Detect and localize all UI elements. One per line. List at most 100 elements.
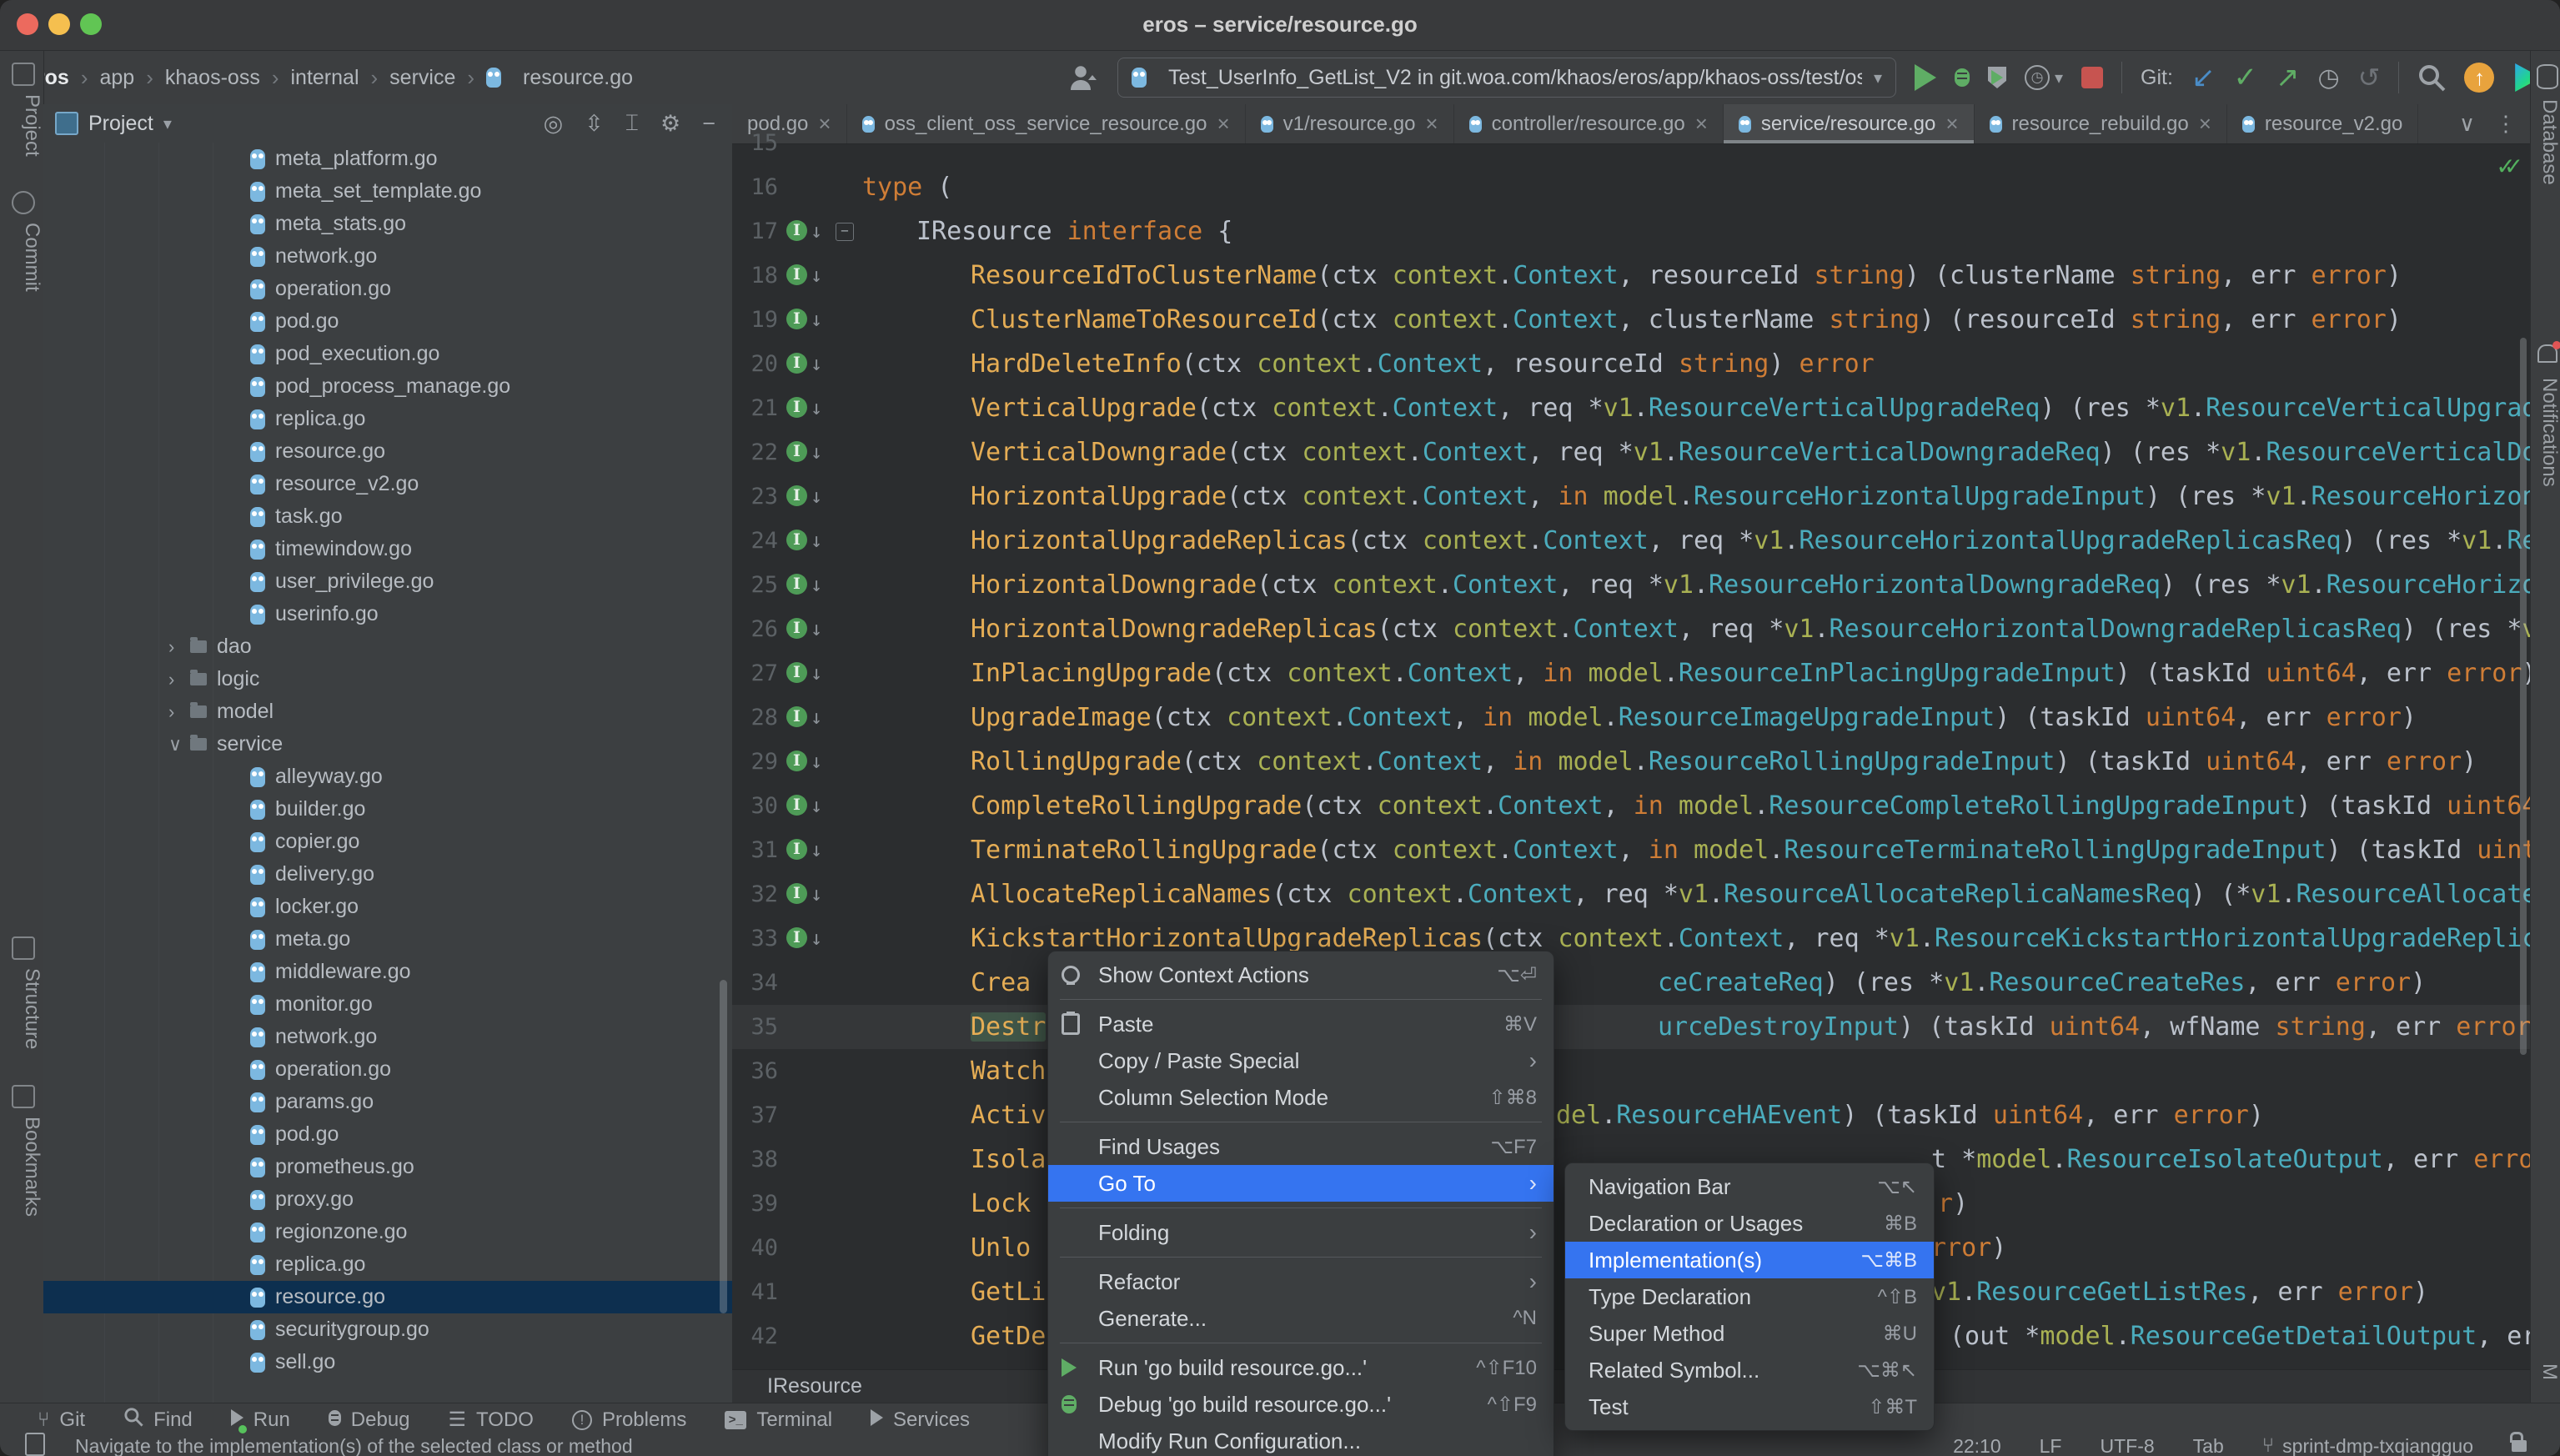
tool-window-button-todo[interactable]: ☰TODO bbox=[449, 1408, 534, 1432]
tree-item-task-go[interactable]: task.go bbox=[43, 500, 732, 533]
menu-item-paste[interactable]: Paste⌘V bbox=[1048, 1006, 1554, 1042]
expand-all-button[interactable]: ⇳ bbox=[585, 111, 604, 137]
breadcrumb-element[interactable]: IResource bbox=[767, 1374, 862, 1398]
tree-item-resource_v2-go[interactable]: resource_v2.go bbox=[43, 468, 732, 500]
tree-item-network-go[interactable]: network.go bbox=[43, 240, 732, 273]
git-branch-widget[interactable]: ⑂ sprint-dmp-txqiangguo bbox=[2262, 1434, 2473, 1456]
code-line-34[interactable]: 34CreaceCreateReq) (res *v1.ResourceCrea… bbox=[732, 961, 2530, 1005]
menu-item-copy-paste-special[interactable]: Copy / Paste Special› bbox=[1048, 1042, 1554, 1079]
tool-window-database[interactable]: Database bbox=[2531, 99, 2560, 185]
implemented-marker-icon[interactable]: I bbox=[786, 618, 807, 639]
menu-item-show-context-actions[interactable]: Show Context Actions⌥⏎ bbox=[1048, 956, 1554, 993]
profiler-button[interactable]: ◷▾ bbox=[2025, 65, 2063, 90]
tree-item-logic[interactable]: ›logic bbox=[43, 663, 732, 695]
tree-item-userinfo-go[interactable]: userinfo.go bbox=[43, 598, 732, 630]
history-button[interactable]: ◷ bbox=[2317, 63, 2339, 93]
tree-item-builder-go[interactable]: builder.go bbox=[43, 793, 732, 826]
tree-item-alleyway-go[interactable]: alleyway.go bbox=[43, 761, 732, 793]
implemented-marker-icon[interactable]: I bbox=[786, 883, 807, 904]
code-line-26[interactable]: 26I↓HorizontalDowngradeReplicas(ctx cont… bbox=[732, 607, 2530, 651]
code-line-17[interactable]: 17I↓−IResource interface { bbox=[732, 209, 2530, 254]
run-with-coverage-button[interactable] bbox=[1988, 67, 2006, 88]
code-line-16[interactable]: 16type ( bbox=[732, 165, 2530, 209]
tool-window-button-git[interactable]: ⑂Git bbox=[38, 1408, 85, 1432]
tool-window-button-run[interactable]: Run bbox=[231, 1408, 290, 1432]
tree-item-replica-go[interactable]: replica.go bbox=[43, 403, 732, 435]
implemented-marker-icon[interactable]: I bbox=[786, 706, 807, 727]
implemented-marker-icon[interactable]: I bbox=[786, 309, 807, 329]
tool-window-commit[interactable]: Commit bbox=[0, 223, 43, 292]
tree-item-regionzone-go[interactable]: regionzone.go bbox=[43, 1216, 732, 1248]
editor-scrollbar[interactable] bbox=[2520, 338, 2527, 1055]
file-encoding[interactable]: UTF-8 bbox=[2100, 1435, 2154, 1456]
tree-item-monitor-go[interactable]: monitor.go bbox=[43, 988, 732, 1021]
implemented-marker-icon[interactable]: I bbox=[786, 353, 807, 374]
tree-item-sell-go[interactable]: sell.go bbox=[43, 1346, 732, 1378]
menu-item-modify-run-configuration[interactable]: Modify Run Configuration... bbox=[1048, 1423, 1554, 1456]
implemented-marker-icon[interactable]: I bbox=[786, 574, 807, 595]
tree-item-meta_stats-go[interactable]: meta_stats.go bbox=[43, 208, 732, 240]
code-line-25[interactable]: 25I↓HorizontalDowngrade(ctx context.Cont… bbox=[732, 563, 2530, 607]
tree-item-operation-go[interactable]: operation.go bbox=[43, 273, 732, 305]
menu-item-related-symbol[interactable]: Related Symbol...⌥⌘↖ bbox=[1565, 1352, 1934, 1388]
code-line-33[interactable]: 33I↓KickstartHorizontalUpgradeReplicas(c… bbox=[732, 916, 2530, 961]
menu-item-find-usages[interactable]: Find Usages⌥F7 bbox=[1048, 1128, 1554, 1165]
hide-panel-button[interactable]: − bbox=[702, 111, 715, 137]
menu-item-debug-go-build-resource-go[interactable]: Debug 'go build resource.go...'^⇧F9 bbox=[1048, 1386, 1554, 1423]
collapse-all-button[interactable]: ⌶ bbox=[625, 110, 639, 137]
breadcrumb-item[interactable]: service bbox=[389, 66, 455, 90]
tree-item-securitygroup-go[interactable]: securitygroup.go bbox=[43, 1313, 732, 1346]
tool-window-button-terminal[interactable]: >_Terminal bbox=[725, 1408, 832, 1432]
tool-window-button-debug[interactable]: Debug bbox=[329, 1408, 410, 1432]
database-icon[interactable] bbox=[2537, 64, 2558, 89]
git-update-button[interactable]: ↙ bbox=[2191, 61, 2216, 94]
tree-item-prometheus-go[interactable]: prometheus.go bbox=[43, 1151, 732, 1183]
breadcrumb-item[interactable]: khaos-oss bbox=[165, 66, 260, 90]
tool-window-button-find[interactable]: Find bbox=[123, 1407, 193, 1433]
menu-item-navigation-bar[interactable]: Navigation Bar⌥↖ bbox=[1565, 1168, 1934, 1205]
implemented-marker-icon[interactable]: I bbox=[786, 530, 807, 550]
code-line-22[interactable]: 22I↓VerticalDowngrade(ctx context.Contex… bbox=[732, 430, 2530, 474]
tree-item-pod-go[interactable]: pod.go bbox=[43, 305, 732, 338]
commit-tool-icon[interactable] bbox=[12, 191, 35, 214]
implemented-marker-icon[interactable]: I bbox=[786, 485, 807, 506]
code-line-31[interactable]: 31I↓TerminateRollingUpgrade(ctx context.… bbox=[732, 828, 2530, 872]
chevron-right-icon[interactable]: › bbox=[168, 701, 190, 723]
debug-button[interactable] bbox=[1955, 68, 1970, 87]
tool-window-notifications[interactable]: Notifications bbox=[2531, 378, 2560, 487]
code-line-32[interactable]: 32I↓AllocateReplicaNames(ctx context.Con… bbox=[732, 872, 2530, 916]
fold-marker-icon[interactable]: − bbox=[836, 223, 854, 241]
tool-window-button-problems[interactable]: !Problems bbox=[572, 1408, 686, 1432]
run-configuration-select[interactable]: Test_UserInfo_GetList_V2 in git.woa.com/… bbox=[1117, 58, 1896, 98]
project-tool-icon[interactable] bbox=[12, 63, 35, 86]
line-separator[interactable]: LF bbox=[2040, 1435, 2062, 1456]
chevron-right-icon[interactable]: › bbox=[168, 636, 190, 658]
tree-item-operation-go[interactable]: operation.go bbox=[43, 1053, 732, 1086]
code-line-37[interactable]: 37Activdel.ResourceHAEvent) (taskId uint… bbox=[732, 1093, 2530, 1137]
code-line-18[interactable]: 18I↓ResourceIdToClusterName(ctx context.… bbox=[732, 254, 2530, 298]
breadcrumb-item[interactable]: resource.go bbox=[523, 66, 633, 90]
implemented-marker-icon[interactable]: I bbox=[786, 927, 807, 948]
code-line-35[interactable]: 35DestrurceDestroyInput) (taskId uint64,… bbox=[732, 1005, 2530, 1049]
git-push-button[interactable]: ↗ bbox=[2276, 61, 2300, 94]
tool-window-structure[interactable]: Structure bbox=[0, 968, 43, 1049]
menu-item-type-declaration[interactable]: Type Declaration^⇧B bbox=[1565, 1278, 1934, 1315]
chevron-right-icon[interactable]: › bbox=[168, 669, 190, 690]
upload-button[interactable]: ↑ bbox=[2464, 63, 2494, 93]
tree-item-pod_execution-go[interactable]: pod_execution.go bbox=[43, 338, 732, 370]
menu-item-generate[interactable]: Generate...^N bbox=[1048, 1300, 1554, 1337]
menu-item-column-selection-mode[interactable]: Column Selection Mode⇧⌘8 bbox=[1048, 1079, 1554, 1116]
project-tree-scrollbar[interactable] bbox=[720, 980, 727, 1313]
notifications-bell-icon[interactable] bbox=[2537, 344, 2557, 363]
unlock-icon[interactable] bbox=[2512, 1440, 2527, 1452]
tree-item-model[interactable]: ›model bbox=[43, 695, 732, 728]
tree-item-replica-go[interactable]: replica.go bbox=[43, 1248, 732, 1281]
undo-button[interactable]: ↺ bbox=[2358, 62, 2381, 93]
code-line-24[interactable]: 24I↓HorizontalUpgradeReplicas(ctx contex… bbox=[732, 519, 2530, 563]
implemented-marker-icon[interactable]: I bbox=[786, 839, 807, 860]
code-line-27[interactable]: 27I↓InPlacingUpgrade(ctx context.Context… bbox=[732, 651, 2530, 695]
tool-window-button-services[interactable]: Services bbox=[871, 1408, 970, 1432]
tree-item-delivery-go[interactable]: delivery.go bbox=[43, 858, 732, 891]
code-line-29[interactable]: 29I↓RollingUpgrade(ctx context.Context, … bbox=[732, 740, 2530, 784]
menu-item-declaration-or-usages[interactable]: Declaration or Usages⌘B bbox=[1565, 1205, 1934, 1242]
